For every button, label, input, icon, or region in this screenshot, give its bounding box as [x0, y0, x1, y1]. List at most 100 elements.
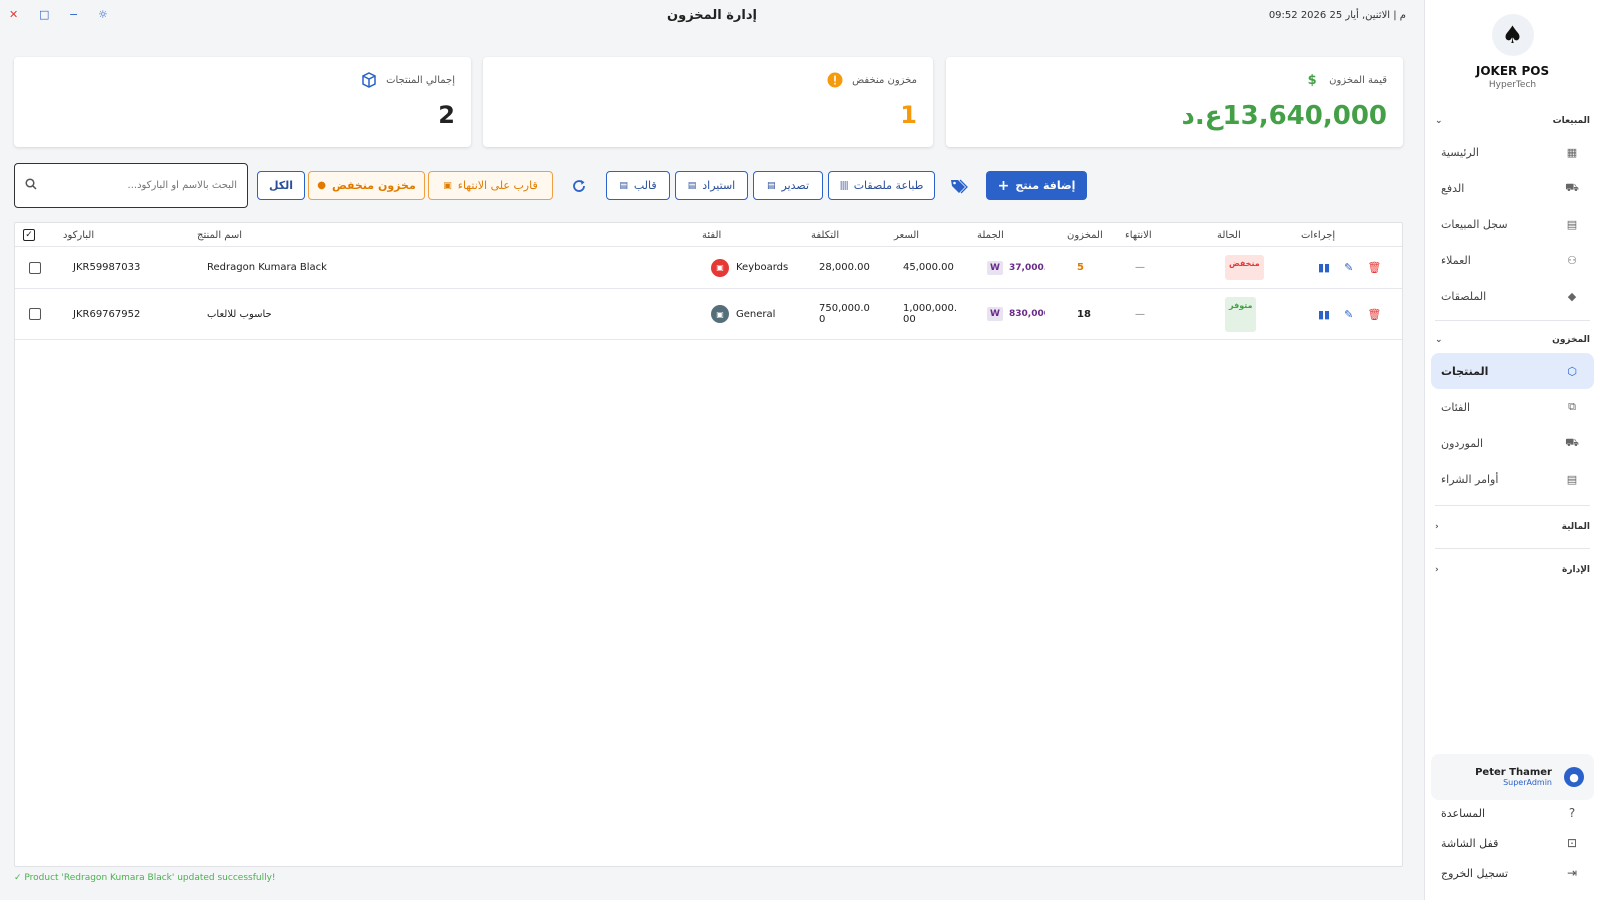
logout-link[interactable]: ⇥ تسجيل الخروج [1431, 858, 1594, 888]
header-barcode[interactable]: الباركود [63, 223, 94, 247]
row-cost-line2: 0 [819, 314, 826, 325]
sidebar-item-label: أوامر الشراء [1441, 472, 1499, 486]
section-finance[interactable]: المالية ‹ [1425, 512, 1600, 542]
filter-low-stock-button[interactable]: ● مخزون منخفض [308, 171, 425, 200]
header-cost[interactable]: التكلفة [811, 223, 839, 247]
tags-icon[interactable] [948, 175, 970, 197]
card-label: مخزون منخفض [852, 74, 917, 86]
delete-icon[interactable]: 🗑 [1367, 308, 1381, 321]
divider [1435, 320, 1590, 321]
sidebar-item-sales-log[interactable]: ▤ سجل المبيعات [1431, 206, 1594, 242]
header-price[interactable]: السعر [894, 223, 919, 247]
plus-icon: + [997, 177, 1010, 194]
dollar-icon: $ [1307, 72, 1317, 88]
lock-screen-link[interactable]: ⊡ قفل الشاشة [1431, 828, 1594, 858]
people-icon: ⚇ [1567, 253, 1577, 267]
box-icon [360, 71, 378, 89]
datetime: 09:52 م | الاثنين, أيار 25 2026 [1268, 10, 1406, 21]
import-button[interactable]: ▤ استيراد [675, 171, 748, 200]
template-label: قالب [633, 179, 657, 192]
section-admin[interactable]: الإدارة ‹ [1425, 555, 1600, 585]
sidebar: ♠ JOKER POS HyperTech المبيعات ⌄ ▦ الرئي… [1424, 0, 1600, 900]
logout-icon: ⇥ [1566, 866, 1578, 880]
row-barcode: JKR59987033 [73, 262, 141, 273]
section-sales[interactable]: المبيعات ⌄ [1425, 108, 1600, 134]
row-stock: 5 [1077, 262, 1084, 273]
edit-icon[interactable]: ✎ [1344, 261, 1353, 274]
divider [1435, 505, 1590, 506]
user-profile[interactable]: ● Peter Thamer SuperAdmin [1431, 754, 1594, 800]
sidebar-item-products[interactable]: ⬡ المنتجات [1431, 353, 1594, 389]
edit-icon[interactable]: ✎ [1344, 308, 1353, 321]
brand-subtitle: HyperTech [1488, 80, 1537, 90]
user-info: Peter Thamer SuperAdmin [1441, 767, 1556, 787]
user-role: SuperAdmin [1503, 778, 1552, 787]
row-price: 45,000.00 [903, 262, 954, 273]
table-row[interactable]: JKR69767952 حاسوب للالعاب ▣ General 750,… [15, 289, 1402, 340]
table-row[interactable]: JKR59987033 Redragon Kumara Black ▣ Keyb… [15, 247, 1402, 289]
header-name[interactable]: اسم المنتج [197, 223, 242, 247]
sidebar-item-purchase-orders[interactable]: ▤ أوامر الشراء [1431, 461, 1594, 497]
search-icon [25, 178, 37, 193]
row-category: ▣ General [711, 289, 775, 339]
barcode-action-icon[interactable]: ▮▮ [1318, 308, 1330, 321]
print-labels-label: طباعة ملصقات [853, 179, 924, 192]
sidebar-item-label: الملصقات [1441, 289, 1487, 303]
status-badge: متوفر [1225, 296, 1257, 332]
header-stock[interactable]: المخزون [1067, 223, 1103, 247]
header-expiry[interactable]: الانتهاء [1125, 223, 1152, 247]
sidebar-item-checkout[interactable]: ⛟ الدفع [1431, 170, 1594, 206]
sidebar-item-customers[interactable]: ⚇ العملاء [1431, 242, 1594, 278]
delete-icon[interactable]: 🗑 [1367, 261, 1381, 274]
page-title: إدارة المخزون [667, 8, 757, 23]
section-finance-label: المالية [1561, 522, 1590, 532]
total-products-value: 2 [438, 101, 455, 129]
user-name: Peter Thamer [1475, 767, 1552, 778]
filter-all-button[interactable]: الكل [257, 171, 305, 200]
row-expiry: — [1135, 308, 1145, 320]
row-category-label: General [736, 308, 776, 320]
row-category: ▣ Keyboards [711, 247, 788, 288]
category-icon: ▣ [711, 305, 729, 323]
sidebar-item-suppliers[interactable]: ⛟ الموردون [1431, 425, 1594, 461]
wholesale-badge: W [987, 307, 1003, 321]
export-button[interactable]: ▤ تصدير [753, 171, 823, 200]
truck-icon: ⛟ [1565, 435, 1579, 449]
search-box[interactable] [14, 163, 248, 208]
barcode-action-icon[interactable]: ▮▮ [1318, 261, 1330, 274]
header-status[interactable]: الحالة [1217, 223, 1241, 247]
help-icon: ? [1568, 806, 1576, 820]
label-icon: ◆ [1567, 289, 1577, 303]
header-wholesale[interactable]: الجملة [977, 223, 1004, 247]
card-label: إجمالي المنتجات [386, 74, 455, 86]
row-cost: 750,000.0 0 [819, 289, 870, 339]
row-checkbox[interactable] [29, 289, 41, 339]
section-inventory[interactable]: المخزون ⌄ [1425, 327, 1600, 353]
filter-expiry-label: قارب على الانتهاء [457, 179, 538, 192]
row-cost: 28,000.00 [819, 262, 870, 273]
row-name: حاسوب للالعاب [207, 308, 272, 320]
header-category[interactable]: الفئة [702, 223, 721, 247]
add-product-button[interactable]: + إضافة منتج [986, 171, 1087, 200]
row-checkbox[interactable] [29, 247, 41, 288]
section-inventory-label: المخزون [1552, 335, 1590, 345]
sidebar-item-home[interactable]: ▦ الرئيسية [1431, 134, 1594, 170]
title-bar: ✕ □ − ☼ إدارة المخزون 09:52 م | الاثنين,… [0, 0, 1424, 32]
sidebar-item-label: العملاء [1441, 253, 1471, 267]
refresh-icon[interactable] [568, 175, 590, 197]
row-barcode: JKR69767952 [73, 308, 141, 320]
row-cost-line1: 750,000.0 [819, 303, 870, 314]
template-button[interactable]: ▤ قالب [606, 171, 670, 200]
header-actions: إجراءات [1301, 229, 1336, 241]
print-labels-button[interactable]: |||| طباعة ملصقات [828, 171, 935, 200]
select-all-checkbox[interactable]: ✓ [23, 223, 35, 247]
sidebar-item-labels[interactable]: ◆ الملصقات [1431, 278, 1594, 314]
row-actions: ▮▮ ✎ 🗑 [1311, 289, 1388, 339]
row-status: منخفض [1225, 247, 1264, 288]
filter-expiry-button[interactable]: ▣ قارب على الانتهاء [428, 171, 553, 200]
help-link[interactable]: ? المساعدة [1431, 798, 1594, 828]
sidebar-item-categories[interactable]: ⧉ الفئات [1431, 389, 1594, 425]
sidebar-item-label: سجل المبيعات [1441, 217, 1508, 231]
search-input[interactable] [45, 180, 237, 191]
box-icon: ⬡ [1567, 364, 1577, 378]
